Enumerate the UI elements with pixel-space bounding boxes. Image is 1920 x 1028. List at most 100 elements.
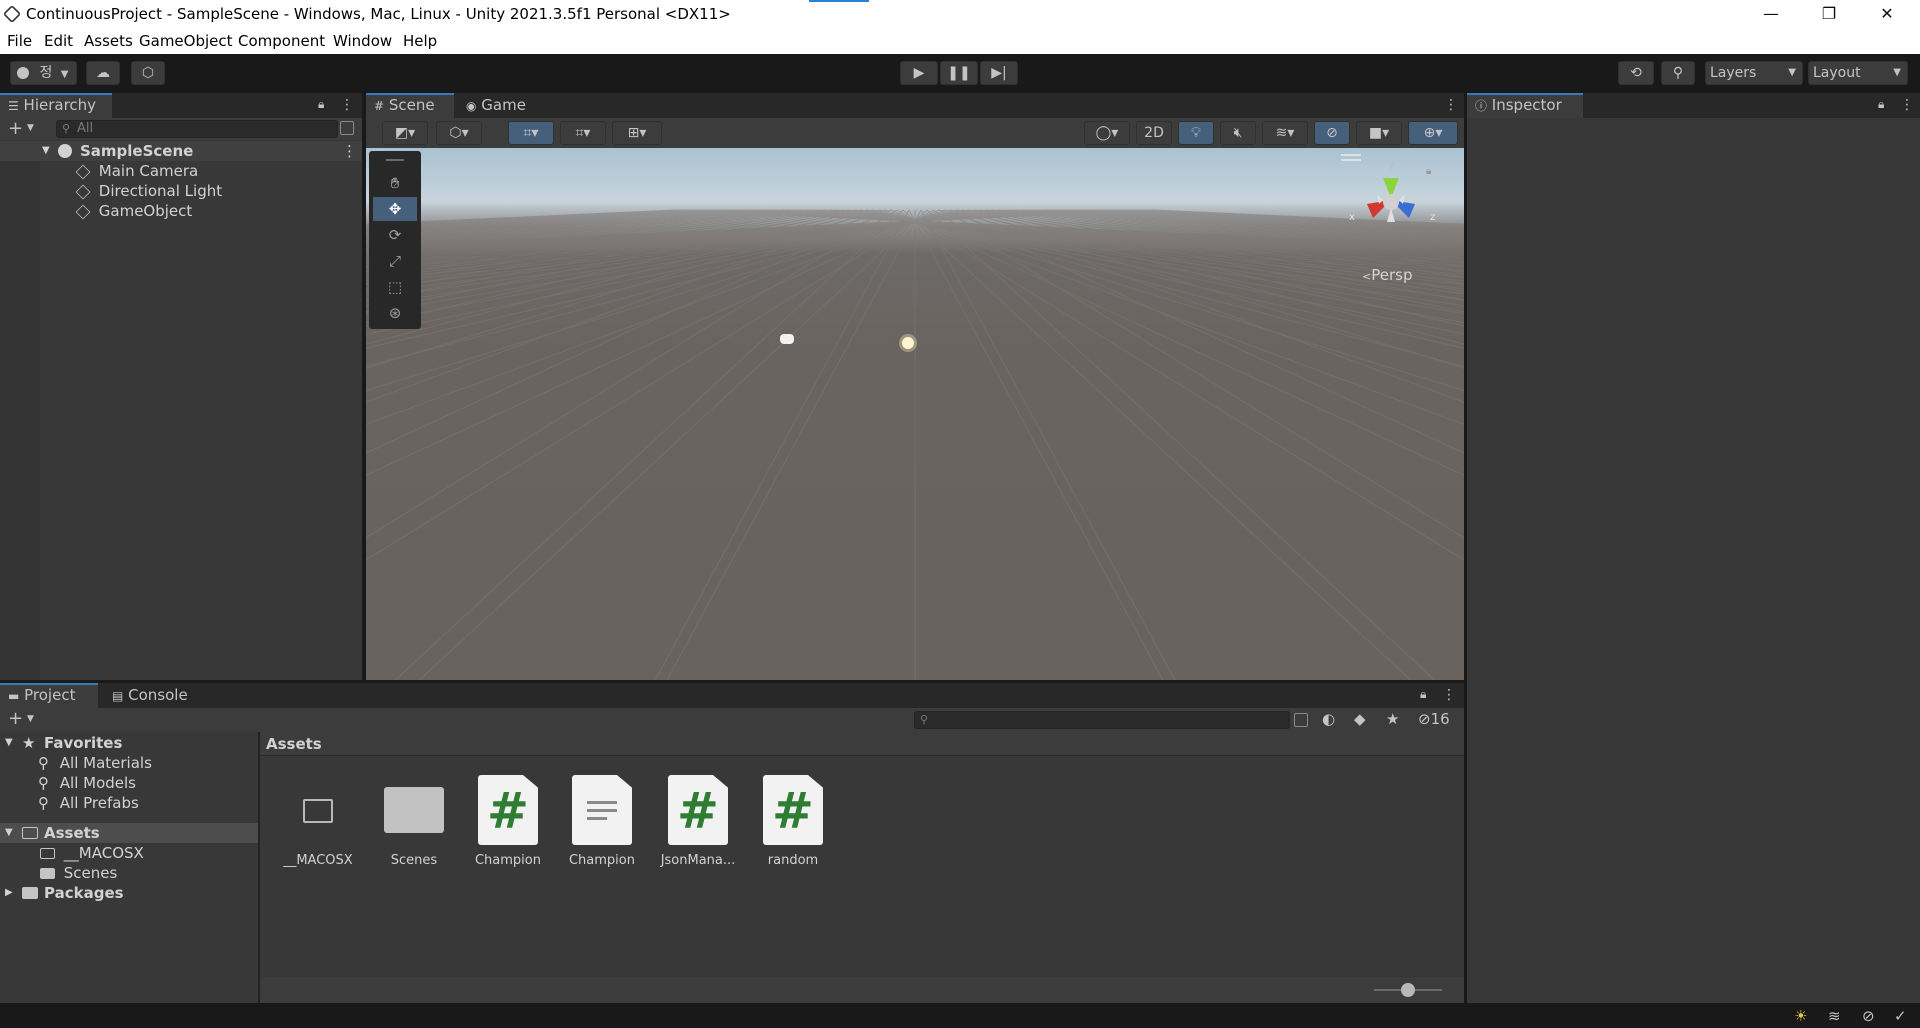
hierarchy-item-label: GameObject <box>98 202 193 220</box>
search-type-icon[interactable] <box>1294 713 1308 727</box>
tag-icon[interactable]: ◆ <box>1354 710 1366 728</box>
favorite-item[interactable]: ⚲ All Materials <box>38 753 152 773</box>
tab-scene-label: Scene <box>388 96 435 114</box>
step-button[interactable]: ▶| <box>980 61 1018 85</box>
menu-window[interactable]: Window <box>333 32 392 50</box>
folder-icon <box>40 868 55 879</box>
gizmo-handle[interactable] <box>1341 154 1361 156</box>
asset-folder-item[interactable]: Scenes <box>40 863 117 883</box>
move-tool[interactable]: ✥ <box>373 197 417 221</box>
hierarchy-search-input[interactable]: ⚲ All <box>56 120 338 138</box>
filter-type-icon[interactable]: ◐ <box>1322 710 1335 728</box>
add-icon[interactable]: + <box>8 118 23 140</box>
drag-handle[interactable] <box>386 159 404 161</box>
minimize-button[interactable]: — <box>1742 0 1800 29</box>
tab-game[interactable]: ◉ Game <box>458 93 538 118</box>
camera-dropdown[interactable]: ■▾ <box>1356 121 1402 145</box>
cloud-button[interactable]: ☁ <box>86 61 120 85</box>
search-type-icon[interactable] <box>340 121 354 135</box>
light-gizmo-icon[interactable] <box>902 337 914 349</box>
lighting-toggle[interactable]: 💡︎ <box>1178 121 1214 145</box>
transform-tool[interactable]: ⊛ <box>373 301 417 325</box>
hierarchy-item-gameobject[interactable]: GameObject <box>75 201 193 221</box>
gizmos-dropdown[interactable]: ⊕▾ <box>1408 121 1458 145</box>
step-icon: ▶| <box>991 65 1007 81</box>
account-dropdown[interactable]: 정 ▼ <box>10 61 77 85</box>
asset-folder-item[interactable]: __MACOSX <box>40 843 144 863</box>
draw-mode-dropdown[interactable]: ◩▾ <box>382 121 428 145</box>
render-mode-dropdown[interactable]: ⬡▾ <box>436 121 482 145</box>
hierarchy-panel: ☰ Hierarchy 🔒︎ ⋮ + ▼ ⚲ All ▼ SampleScene… <box>0 93 362 680</box>
kebab-menu-icon[interactable]: ⋮ <box>1900 97 1914 113</box>
favorite-item[interactable]: ⚲ All Models <box>38 773 136 793</box>
kebab-menu-icon[interactable]: ⋮ <box>1444 97 1458 113</box>
scene-viewport[interactable]: ✋︎ ✥ ⟳ ⤢ ⬚ ⊛ 🔒︎ y x z <Persp <box>366 148 1464 680</box>
hierarchy-item-directional-light[interactable]: Directional Light <box>75 181 222 201</box>
collab-button[interactable]: ⬡ <box>131 61 165 85</box>
project-search-input[interactable]: ⚲ <box>914 711 1290 729</box>
zoom-slider-thumb[interactable] <box>1401 983 1415 997</box>
play-button[interactable]: ▶ <box>900 61 938 85</box>
tab-project[interactable]: ▬ Project <box>0 683 98 708</box>
increment-snap-dropdown[interactable]: ⊞▾ <box>612 121 662 145</box>
tab-scene[interactable]: # Scene <box>366 93 454 118</box>
2d-toggle[interactable]: 2D <box>1136 121 1172 145</box>
kebab-menu-icon[interactable]: ⋮ <box>1442 687 1456 703</box>
menu-component[interactable]: Component <box>238 32 325 50</box>
orientation-gizmo[interactable] <box>1341 160 1441 250</box>
camera-icon: ■▾ <box>1368 125 1390 141</box>
favorite-item[interactable]: ⚲ All Prefabs <box>38 793 139 813</box>
lighting-bake-icon[interactable]: ☀ <box>1794 1007 1807 1025</box>
hidden-objects-toggle[interactable]: ⊘ <box>1314 121 1350 145</box>
layout-dropdown[interactable]: Layout ▼ <box>1808 61 1908 85</box>
chevron-down-icon[interactable]: ▼ <box>27 123 34 133</box>
rotate-tool[interactable]: ⟳ <box>373 223 417 247</box>
splitter[interactable] <box>258 732 260 1003</box>
search-button[interactable]: ⚲ <box>1661 61 1695 85</box>
status-bar: ☀ ≋ ⊘ ✓ <box>0 1005 1920 1028</box>
tab-inspector[interactable]: ⓘ Inspector <box>1467 93 1583 118</box>
star-icon[interactable]: ★ <box>1386 710 1399 728</box>
hierarchy-item-main-camera[interactable]: Main Camera <box>75 161 198 181</box>
pause-button[interactable]: ❚❚ <box>940 61 978 85</box>
network-icon[interactable]: ⊘ <box>1862 1007 1875 1025</box>
scene-row[interactable]: ▼ SampleScene ⋮ <box>0 141 362 161</box>
menu-assets[interactable]: Assets <box>84 32 133 50</box>
hand-tool[interactable]: ✋︎ <box>373 171 417 195</box>
add-icon[interactable]: + <box>8 708 23 730</box>
cache-server-icon[interactable]: ≋ <box>1828 1007 1841 1025</box>
camera-gizmo-icon[interactable] <box>780 334 794 344</box>
snap-dropdown[interactable]: ⌗▾ <box>508 121 554 145</box>
history-button[interactable]: ⟲ <box>1618 61 1654 85</box>
menu-file[interactable]: File <box>7 32 32 50</box>
audio-toggle[interactable]: 🔇︎ <box>1220 121 1256 145</box>
restore-button[interactable]: ❐ <box>1800 0 1858 29</box>
folder-empty-icon <box>303 799 333 823</box>
expand-arrow-icon[interactable]: ▼ <box>42 141 50 161</box>
menu-gameobject[interactable]: GameObject <box>139 32 233 50</box>
kebab-menu-icon[interactable]: ⋮ <box>340 97 354 113</box>
menu-edit[interactable]: Edit <box>44 32 73 50</box>
assets-row[interactable]: ▼ Assets <box>0 823 258 843</box>
hidden-packages-toggle[interactable]: ⊘16 <box>1418 710 1450 728</box>
layers-dropdown[interactable]: Layers ▼ <box>1705 61 1803 85</box>
lock-icon[interactable]: 🔒︎ <box>1878 97 1888 111</box>
effects-dropdown[interactable]: ≋▾ <box>1262 121 1308 145</box>
tab-hierarchy[interactable]: ☰ Hierarchy <box>0 93 112 118</box>
asset-label: Champion <box>474 853 541 868</box>
menu-help[interactable]: Help <box>403 32 437 50</box>
transform-icon: ⊛ <box>388 304 402 322</box>
kebab-menu-icon[interactable]: ⋮ <box>342 141 357 161</box>
projection-toggle[interactable]: <Persp <box>1362 266 1412 284</box>
chevron-down-icon[interactable]: ▼ <box>27 714 34 724</box>
breadcrumb[interactable]: Assets <box>266 735 322 753</box>
scale-tool[interactable]: ⤢ <box>373 249 417 273</box>
tab-console[interactable]: ▤ Console <box>104 683 204 708</box>
lock-icon[interactable]: 🔒︎ <box>1420 687 1430 701</box>
gizmo-sphere-dropdown[interactable]: ◯▾ <box>1084 121 1130 145</box>
check-icon[interactable]: ✓ <box>1894 1007 1907 1025</box>
lock-icon[interactable]: 🔒︎ <box>318 97 328 111</box>
close-button[interactable]: ✕ <box>1858 0 1916 29</box>
rect-tool[interactable]: ⬚ <box>373 275 417 299</box>
grid-snap-dropdown[interactable]: ⌗▾ <box>560 121 606 145</box>
